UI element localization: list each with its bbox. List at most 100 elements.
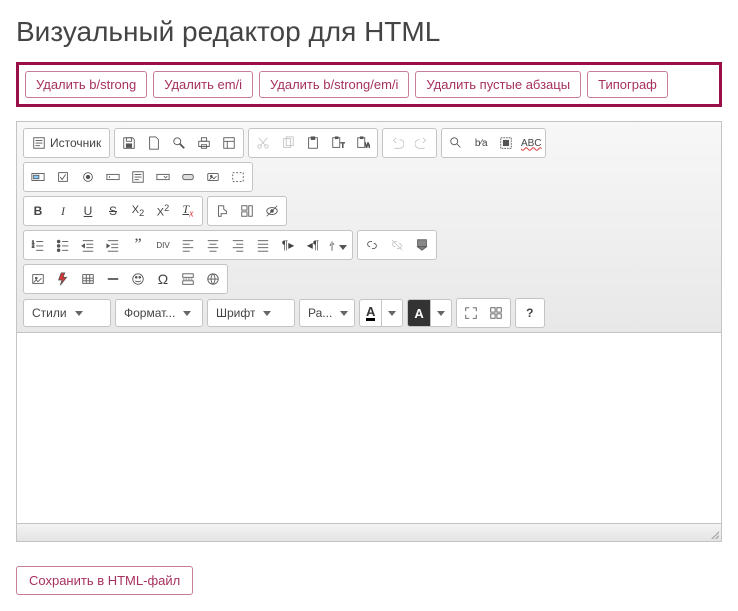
image-button[interactable] [26,267,50,291]
find-button[interactable] [444,131,468,155]
strike-icon: S [109,204,117,218]
indent-button[interactable] [101,233,125,257]
outdent-button[interactable] [76,233,100,257]
remove-b-strong-em-i-button[interactable]: Удалить b/strong/em/i [259,71,409,98]
format-label: Формат... [124,306,175,320]
italic-button[interactable]: I [51,199,75,223]
page-break-icon [181,272,195,286]
preview-icon [172,136,186,150]
typograf-button[interactable]: Типограф [587,71,668,98]
editor-content-area[interactable] [17,333,721,523]
bulleted-list-button[interactable] [51,233,75,257]
chevron-down-icon [183,311,191,316]
iframe-icon [206,272,220,286]
justify-button[interactable] [251,233,275,257]
div-icon: DIV [156,241,169,250]
textarea-button[interactable] [126,165,150,189]
hiddenfield-button[interactable] [226,165,250,189]
bg-color-button[interactable]: A [407,299,451,327]
format-combo[interactable]: Формат... [115,299,203,327]
bold-button[interactable]: B [26,199,50,223]
numbered-list-button[interactable]: 12 [26,233,50,257]
chevron-down-icon [263,311,271,316]
outdent-icon [81,238,95,252]
page-break-button[interactable] [176,267,200,291]
maximize-button[interactable] [459,301,483,325]
editor-statusbar [17,523,721,541]
button-button[interactable] [176,165,200,189]
redo-button[interactable] [410,131,434,155]
smiley-button[interactable] [126,267,150,291]
div-button[interactable]: DIV [151,233,175,257]
anchor-button[interactable] [410,233,434,257]
superscript-icon: X2 [157,203,169,219]
paste-text-button[interactable]: T [326,131,350,155]
hiddenfield-icon [231,170,245,184]
bidi-rtl-button[interactable]: ◂¶ [301,233,325,257]
source-button[interactable]: Источник [26,131,107,155]
bulleted-list-icon [56,238,70,252]
underline-button[interactable]: U [76,199,100,223]
undo-button[interactable] [385,131,409,155]
size-combo[interactable]: Ра... [299,299,355,327]
remove-em-i-button[interactable]: Удалить em/i [153,71,253,98]
show-blocks-2-button[interactable] [484,301,508,325]
bidi-ltr-button[interactable]: ¶▸ [276,233,300,257]
subscript-button[interactable]: X2 [126,199,150,223]
strike-button[interactable]: S [101,199,125,223]
textfield-button[interactable] [101,165,125,189]
templates-button[interactable] [217,131,241,155]
remove-b-strong-button[interactable]: Удалить b/strong [25,71,147,98]
styles-combo[interactable]: Стили [23,299,111,327]
chevron-down-icon [437,311,445,316]
special-char-button[interactable]: Ω [151,267,175,291]
blockquote-button[interactable]: ” [126,233,150,257]
select-button[interactable] [151,165,175,189]
paste-word-button[interactable]: W [351,131,375,155]
copy-formatting-button[interactable] [210,199,234,223]
imagebutton-button[interactable] [201,165,225,189]
cut-button[interactable] [251,131,275,155]
resize-grip[interactable] [709,529,719,539]
checkbox-button[interactable] [51,165,75,189]
styles-label: Стили [32,306,67,320]
copy-button[interactable] [276,131,300,155]
align-right-button[interactable] [226,233,250,257]
text-color-button[interactable]: A [359,299,403,327]
link-button[interactable] [360,233,384,257]
align-center-button[interactable] [201,233,225,257]
bold-icon: B [34,204,43,218]
unlink-button[interactable] [385,233,409,257]
align-left-button[interactable] [176,233,200,257]
language-button[interactable]: 忄 [326,233,350,257]
new-page-button[interactable] [142,131,166,155]
eye-slash-button[interactable] [260,199,284,223]
flash-icon [56,272,70,286]
paste-icon [306,136,320,150]
select-all-button[interactable] [494,131,518,155]
flash-button[interactable] [51,267,75,291]
form-button[interactable] [26,165,50,189]
spellcheck-icon: ABC [521,138,542,149]
replace-button[interactable]: b⁄a [469,131,493,155]
about-button[interactable]: ? [518,301,542,325]
remove-empty-paragraphs-button[interactable]: Удалить пустые абзацы [415,71,581,98]
unlink-icon [390,238,404,252]
spellcheck-button[interactable]: ABC [519,131,543,155]
save-icon [122,136,136,150]
radio-button[interactable] [76,165,100,189]
remove-format-button[interactable]: Tx [176,199,200,223]
show-blocks-button[interactable] [235,199,259,223]
preview-button[interactable] [167,131,191,155]
superscript-button[interactable]: X2 [151,199,175,223]
horizontal-rule-button[interactable] [101,267,125,291]
print-button[interactable] [192,131,216,155]
save-html-file-button[interactable]: Сохранить в HTML-файл [16,566,193,595]
table-button[interactable] [76,267,100,291]
paste-button[interactable] [301,131,325,155]
show-blocks-2-icon [489,306,503,320]
iframe-button[interactable] [201,267,225,291]
font-combo[interactable]: Шрифт [207,299,295,327]
save-button[interactable] [117,131,141,155]
eye-slash-icon [265,204,279,218]
